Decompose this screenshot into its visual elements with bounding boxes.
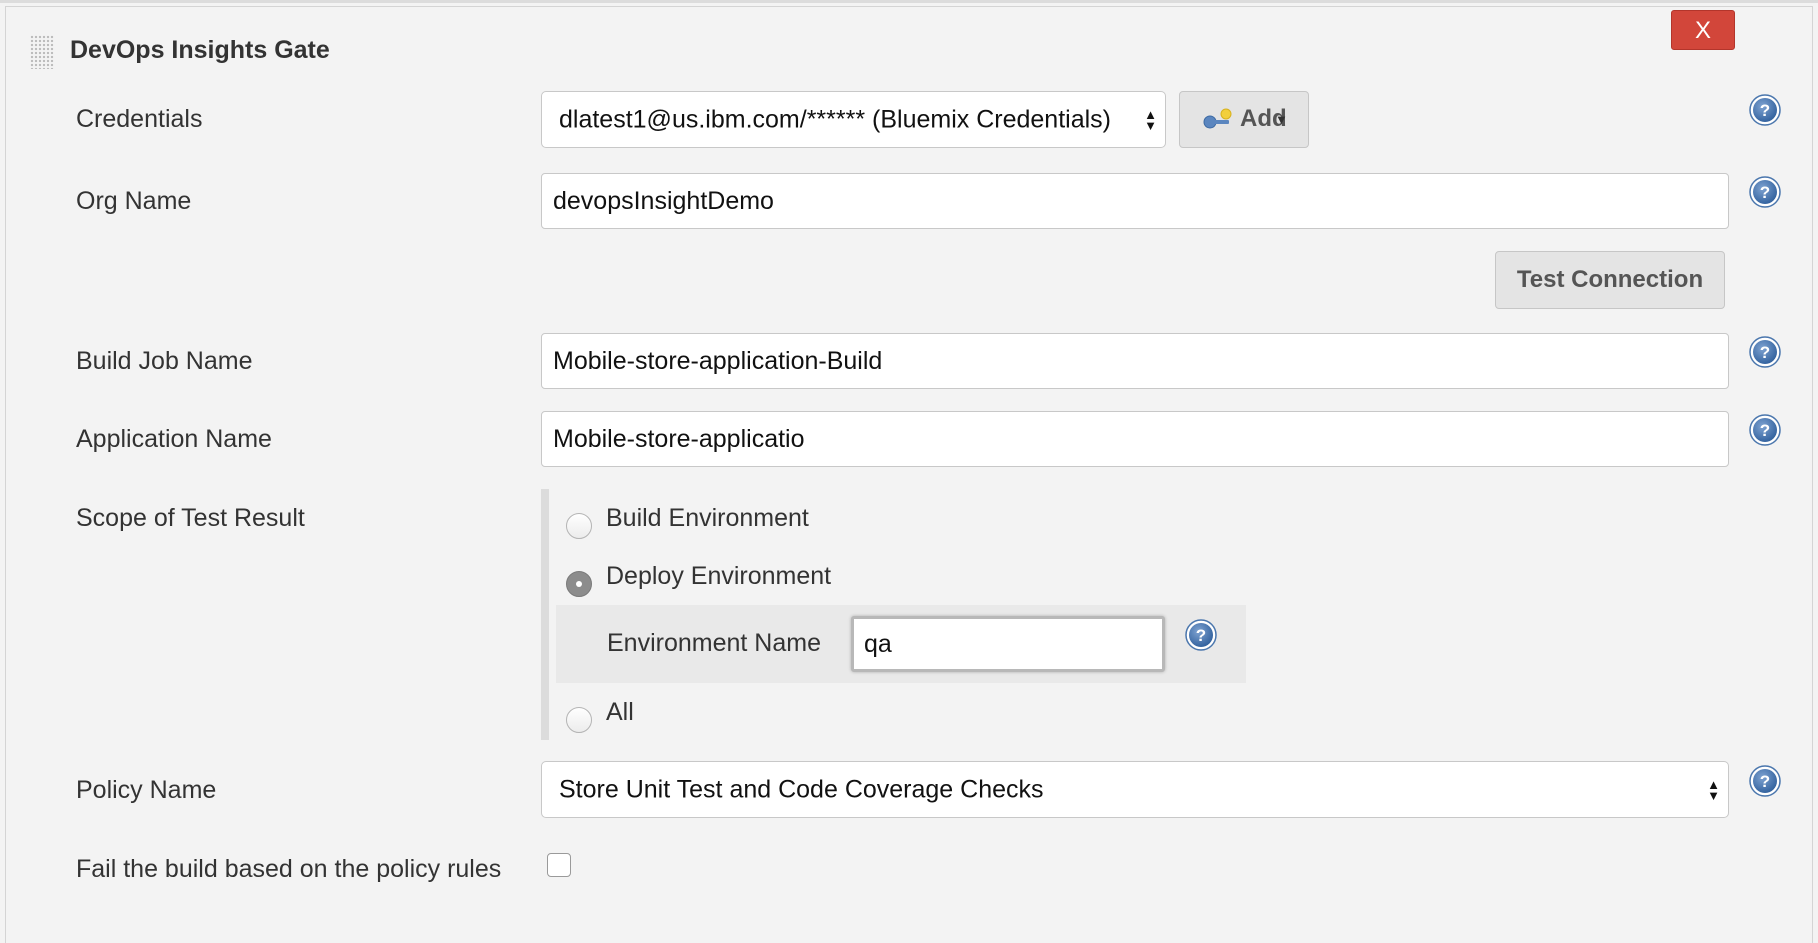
radio-all-label: All bbox=[606, 698, 634, 726]
key-icon bbox=[1203, 108, 1232, 129]
drag-handle-icon[interactable] bbox=[30, 35, 54, 69]
scope-radio-group: Build Environment Deploy Environment Env… bbox=[541, 489, 1246, 740]
panel-title: DevOps Insights Gate bbox=[70, 36, 330, 64]
environment-name-help-icon[interactable] bbox=[1185, 619, 1217, 651]
credentials-select[interactable]: dlatest1@us.ibm.com/****** (Bluemix Cred… bbox=[541, 91, 1166, 148]
radio-all[interactable] bbox=[566, 707, 592, 733]
radio-deploy-environment-label: Deploy Environment bbox=[606, 562, 832, 590]
fail-build-checkbox[interactable] bbox=[547, 853, 571, 877]
select-arrows-icon: ▲ ▼ bbox=[1144, 106, 1157, 133]
policy-name-label: Policy Name bbox=[76, 776, 217, 804]
org-name-input[interactable] bbox=[541, 173, 1729, 229]
application-name-input[interactable] bbox=[541, 411, 1729, 467]
test-connection-button[interactable]: Test Connection bbox=[1495, 251, 1725, 309]
fail-build-label: Fail the build based on the policy rules bbox=[76, 855, 502, 883]
select-arrows-icon: ▲ ▼ bbox=[1707, 776, 1720, 803]
caret-down-icon: ▼ bbox=[1275, 112, 1288, 127]
close-button[interactable]: X bbox=[1671, 10, 1735, 50]
environment-name-input[interactable] bbox=[851, 616, 1165, 672]
application-name-help-icon[interactable] bbox=[1749, 414, 1781, 446]
policy-selected-value: Store Unit Test and Code Coverage Checks bbox=[559, 775, 1044, 803]
org-name-label: Org Name bbox=[76, 187, 192, 215]
credentials-selected-value: dlatest1@us.ibm.com/****** (Bluemix Cred… bbox=[559, 105, 1111, 133]
radio-build-environment-label: Build Environment bbox=[606, 504, 809, 532]
credentials-help-icon[interactable] bbox=[1749, 94, 1781, 126]
environment-name-label: Environment Name bbox=[607, 629, 821, 657]
build-job-name-help-icon[interactable] bbox=[1749, 336, 1781, 368]
policy-name-select[interactable]: Store Unit Test and Code Coverage Checks… bbox=[541, 761, 1729, 818]
add-credentials-button[interactable]: Add ▼ bbox=[1179, 91, 1309, 148]
scope-label: Scope of Test Result bbox=[76, 504, 305, 532]
application-name-label: Application Name bbox=[76, 425, 272, 453]
policy-name-help-icon[interactable] bbox=[1749, 765, 1781, 797]
org-name-help-icon[interactable] bbox=[1749, 176, 1781, 208]
top-border bbox=[0, 0, 1818, 3]
radio-build-environment[interactable] bbox=[566, 513, 592, 539]
build-job-name-input[interactable] bbox=[541, 333, 1729, 389]
credentials-label: Credentials bbox=[76, 105, 203, 133]
build-job-name-label: Build Job Name bbox=[76, 347, 253, 375]
radio-deploy-environment[interactable] bbox=[566, 571, 592, 597]
